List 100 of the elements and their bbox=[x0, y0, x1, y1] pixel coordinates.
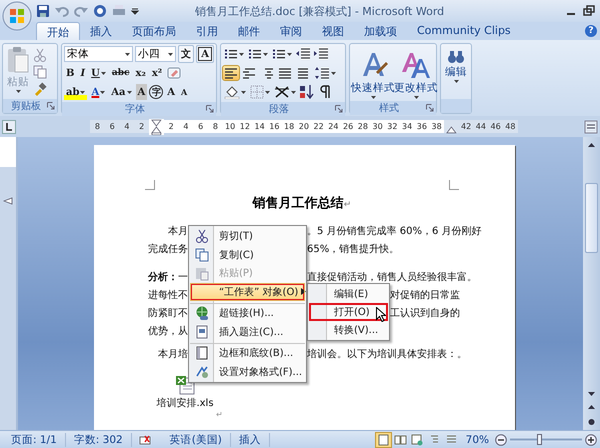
launcher-icon[interactable] bbox=[206, 105, 214, 113]
word-count[interactable]: 字数: 302 bbox=[66, 432, 132, 446]
insert-mode[interactable]: 插入 bbox=[230, 432, 270, 446]
borders-button[interactable] bbox=[249, 85, 271, 99]
align-icon[interactable] bbox=[241, 66, 257, 80]
multilevel-list-button[interactable] bbox=[271, 48, 293, 60]
group-label: 样式 bbox=[378, 102, 400, 115]
page-count[interactable]: 页面: 1/1 bbox=[3, 432, 66, 446]
ruler-number: 38 bbox=[429, 120, 444, 133]
menu-item[interactable]: 边框和底纹(B)... bbox=[190, 343, 305, 362]
ribbon-tab[interactable]: 邮件 bbox=[228, 22, 270, 40]
menu-item[interactable]: 超链接(H)... bbox=[190, 303, 305, 322]
menu-item[interactable]: 编辑(E) bbox=[309, 285, 388, 303]
format-button[interactable]: abc bbox=[110, 65, 132, 81]
dropdown-icon[interactable] bbox=[131, 7, 139, 15]
numbering-button[interactable] bbox=[247, 48, 269, 60]
ruler-number: 10 bbox=[222, 120, 238, 133]
body-text: 防紧盯不 bbox=[148, 306, 188, 320]
format-button[interactable]: Aa bbox=[109, 84, 134, 100]
ribbon-tab[interactable]: 审阅 bbox=[270, 22, 312, 40]
restore-icon[interactable] bbox=[582, 5, 596, 17]
ribbon-tab[interactable]: Community Clips bbox=[407, 22, 521, 40]
indent-icon[interactable] bbox=[313, 47, 329, 61]
format-button[interactable]: 字 bbox=[149, 85, 164, 99]
ribbon-tab[interactable]: 开始 bbox=[36, 22, 80, 40]
bullets-button[interactable] bbox=[223, 48, 245, 60]
indent-marker-icon[interactable] bbox=[3, 197, 13, 205]
document-title: 销售月工作总结 bbox=[252, 195, 344, 212]
indent-marker-icon[interactable] bbox=[149, 118, 164, 134]
multilevel-list-icon bbox=[272, 48, 286, 60]
paragraph-mark: ↵ bbox=[216, 410, 224, 419]
align-icon[interactable] bbox=[295, 66, 311, 80]
ruler-number: 32 bbox=[385, 120, 400, 133]
ribbon-tab[interactable]: 页面布局 bbox=[122, 22, 186, 40]
ruler-number: 2 bbox=[138, 121, 146, 133]
launcher-icon[interactable] bbox=[426, 104, 434, 112]
menu-icon bbox=[194, 364, 210, 380]
caret-icon bbox=[454, 80, 459, 83]
brush-icon[interactable] bbox=[33, 82, 47, 96]
menu-item[interactable]: “工作表” 对象(O) bbox=[190, 282, 305, 301]
view-button-icon[interactable] bbox=[392, 432, 408, 446]
menu-item[interactable]: 剪切(T) bbox=[190, 227, 305, 246]
body-text: 进每性不 bbox=[148, 288, 188, 302]
ruler-number: 8 bbox=[94, 121, 101, 133]
format-button[interactable]: A bbox=[196, 45, 214, 63]
ruler-toggle-icon[interactable] bbox=[584, 120, 598, 134]
ribbon-tab[interactable]: 加载项 bbox=[354, 22, 407, 40]
body-text: 工认识到自身的 bbox=[390, 307, 460, 320]
format-button[interactable]: x₂ bbox=[133, 65, 148, 81]
bullets-icon bbox=[224, 48, 238, 60]
menu-item[interactable]: 转换(V)... bbox=[309, 321, 388, 339]
ribbon-tab[interactable]: 视图 bbox=[312, 22, 354, 40]
tab-stop-icon[interactable] bbox=[2, 120, 16, 134]
ruler-number: 4 bbox=[123, 121, 130, 133]
help-button[interactable]: ? bbox=[585, 25, 597, 37]
paragraph-mark: ↵ bbox=[344, 200, 352, 210]
menu-item[interactable]: 复制(C) bbox=[190, 246, 305, 264]
shading-button[interactable] bbox=[223, 85, 247, 99]
launcher-icon[interactable] bbox=[47, 102, 55, 110]
paint-bucket-icon bbox=[224, 85, 240, 99]
sort-icon[interactable] bbox=[299, 84, 315, 100]
eraser-icon[interactable] bbox=[166, 65, 182, 81]
font-name-field[interactable]: 宋体 bbox=[64, 46, 133, 62]
launcher-icon[interactable] bbox=[335, 105, 343, 113]
view-button-icon[interactable] bbox=[410, 432, 425, 446]
zoom-in-icon[interactable] bbox=[585, 434, 597, 446]
corner-mark-icon bbox=[449, 180, 459, 190]
format-button[interactable]: A bbox=[179, 84, 190, 100]
outdent-icon[interactable] bbox=[295, 47, 311, 61]
format-button[interactable]: 文 bbox=[178, 45, 194, 63]
zoom-level[interactable]: 70% bbox=[460, 434, 495, 446]
menu-item[interactable]: 打开(O) bbox=[309, 303, 388, 321]
format-button[interactable]: A bbox=[89, 84, 108, 100]
style-button[interactable]: 更改样式 bbox=[396, 46, 436, 99]
align-icon[interactable] bbox=[223, 66, 239, 80]
copy-icon[interactable] bbox=[33, 65, 47, 79]
editing-button[interactable]: 编辑 bbox=[444, 46, 468, 97]
ribbon-tab[interactable]: 引用 bbox=[186, 22, 228, 40]
format-button[interactable]: U bbox=[89, 65, 108, 81]
menu-item[interactable]: 设置对象格式(F)... bbox=[190, 362, 305, 381]
format-button[interactable]: A bbox=[165, 84, 178, 100]
language-indicator[interactable]: 英语(美国) bbox=[162, 432, 231, 446]
format-button[interactable]: A bbox=[136, 84, 148, 100]
align-icon[interactable] bbox=[277, 66, 293, 80]
line-spacing-button[interactable] bbox=[313, 66, 337, 80]
scroll-thumb[interactable] bbox=[585, 183, 598, 253]
save-icon[interactable] bbox=[36, 4, 50, 18]
format-button[interactable]: B bbox=[64, 65, 76, 81]
view-button-icon[interactable] bbox=[376, 432, 391, 446]
format-button[interactable]: ab bbox=[64, 84, 88, 100]
format-button[interactable]: x² bbox=[150, 65, 164, 81]
chinese-layout-button[interactable] bbox=[273, 85, 297, 99]
font-size-field[interactable]: 小四 bbox=[134, 46, 176, 62]
menu-item[interactable]: 插入题注(C)... bbox=[190, 322, 305, 341]
format-button[interactable]: I bbox=[78, 65, 88, 81]
circle-icon[interactable] bbox=[93, 4, 107, 18]
ruler-number: 8 bbox=[208, 120, 223, 133]
ribbon-tab[interactable]: 插入 bbox=[80, 22, 122, 40]
zoom-out-icon[interactable] bbox=[495, 434, 507, 446]
style-button[interactable]: 快速样式 bbox=[353, 46, 393, 99]
